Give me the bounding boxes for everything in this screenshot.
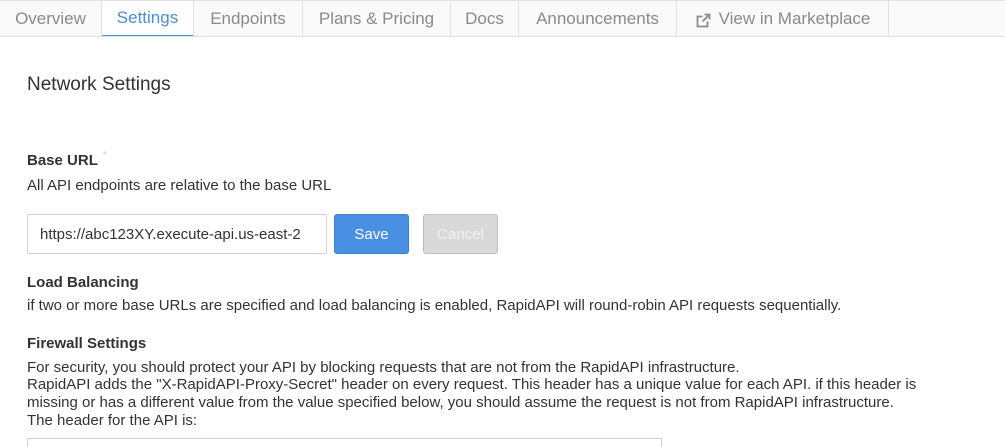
- required-marker: *: [102, 150, 107, 161]
- tab-label: View in Marketplace: [718, 9, 871, 28]
- cancel-button[interactable]: Cancel: [423, 214, 498, 254]
- tab-docs[interactable]: Docs: [451, 1, 519, 36]
- save-button[interactable]: Save: [334, 214, 409, 254]
- tab-plans-pricing[interactable]: Plans & Pricing: [303, 1, 451, 36]
- load-balancing-description: if two or more base URLs are specified a…: [27, 297, 842, 314]
- tab-label: Endpoints: [210, 9, 286, 28]
- tab-overview[interactable]: Overview: [0, 1, 102, 36]
- tab-label: Settings: [116, 8, 179, 27]
- base-url-label: Base URL *: [27, 150, 107, 169]
- page-title: Network Settings: [27, 74, 171, 95]
- firewall-description-line-2: RapidAPI adds the "X-RapidAPI-Proxy-Secr…: [27, 376, 917, 393]
- tab-view-in-marketplace[interactable]: View in Marketplace: [677, 1, 889, 36]
- tab-label: Overview: [15, 9, 86, 28]
- tab-endpoints[interactable]: Endpoints: [194, 1, 303, 36]
- tab-label: Docs: [465, 9, 504, 28]
- base-url-label-text: Base URL: [27, 152, 98, 169]
- tab-settings[interactable]: Settings: [102, 1, 194, 36]
- firewall-description-line-3: missing or has a different value from th…: [27, 394, 894, 411]
- base-url-description: All API endpoints are relative to the ba…: [27, 177, 332, 194]
- firewall-description-line-4: The header for the API is:: [27, 412, 198, 429]
- api-settings-page: Overview Settings Endpoints Plans & Pric…: [0, 0, 1005, 447]
- tab-bar: Overview Settings Endpoints Plans & Pric…: [0, 0, 1005, 37]
- tab-label: Plans & Pricing: [318, 9, 435, 28]
- tab-announcements[interactable]: Announcements: [519, 1, 677, 36]
- firewall-settings-label: Firewall Settings: [27, 335, 147, 352]
- firewall-description-line-1: For security, you should protect your AP…: [27, 359, 740, 376]
- external-link-icon: [696, 13, 710, 27]
- proxy-secret-field[interactable]: [27, 438, 662, 447]
- load-balancing-label: Load Balancing: [27, 274, 139, 291]
- base-url-input[interactable]: [27, 214, 327, 254]
- tab-label: Announcements: [536, 9, 659, 28]
